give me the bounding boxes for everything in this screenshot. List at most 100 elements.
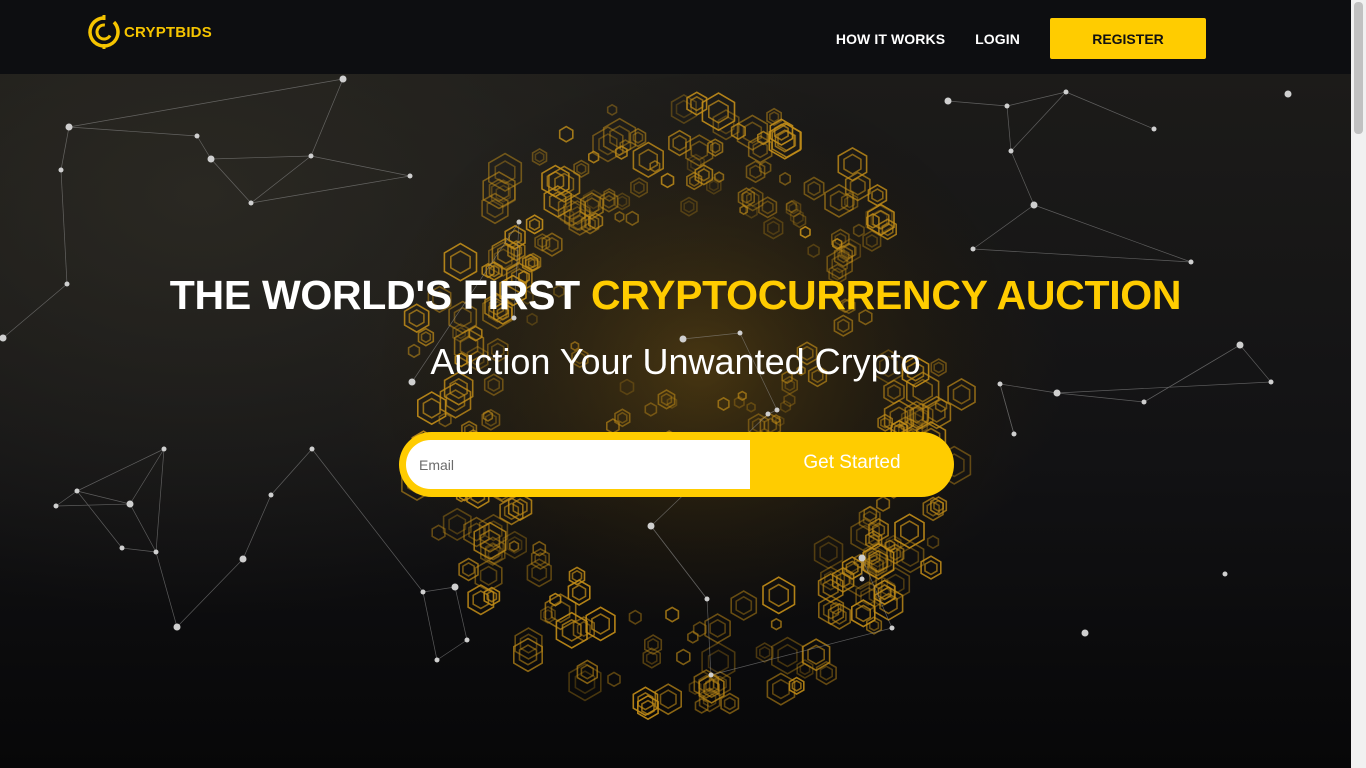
page-scrollbar[interactable] bbox=[1351, 0, 1366, 768]
network-node bbox=[194, 133, 200, 139]
headline-accent-text: CRYPTOCURRENCY AUCTION bbox=[590, 272, 1182, 318]
network-edge bbox=[1006, 105, 1012, 152]
network-edge bbox=[1056, 392, 1145, 403]
network-node bbox=[268, 492, 274, 498]
network-edge bbox=[210, 158, 252, 204]
network-node bbox=[207, 155, 215, 163]
network-edge bbox=[68, 78, 344, 128]
network-edge bbox=[1056, 381, 1272, 394]
register-button[interactable]: REGISTER bbox=[1050, 18, 1206, 59]
network-node bbox=[434, 657, 440, 663]
nav-menu: HOW IT WORKS LOGIN REGISTER bbox=[836, 18, 1206, 59]
network-edge bbox=[454, 586, 468, 641]
network-edge bbox=[60, 126, 70, 171]
network-edge bbox=[310, 155, 411, 177]
network-node bbox=[647, 522, 655, 530]
network-node bbox=[309, 446, 315, 452]
headline-white-text: THE WORLD'S FIRST bbox=[169, 272, 591, 318]
get-started-button[interactable]: Get Started bbox=[750, 432, 954, 497]
top-navbar: CRYPTBIDS HOW IT WORKS LOGIN REGISTER bbox=[0, 0, 1351, 74]
network-node bbox=[708, 672, 714, 678]
network-node bbox=[126, 500, 134, 508]
decorative-hexagon bbox=[607, 671, 621, 688]
network-edge bbox=[176, 558, 244, 628]
network-node bbox=[774, 407, 780, 413]
network-edge bbox=[210, 155, 312, 160]
network-node bbox=[1004, 103, 1010, 109]
network-node bbox=[1030, 201, 1038, 209]
decorative-hexagon bbox=[659, 689, 677, 710]
network-edge bbox=[196, 135, 212, 160]
network-edge bbox=[1006, 91, 1067, 107]
network-edge bbox=[76, 490, 131, 505]
network-node bbox=[420, 589, 426, 595]
network-edge bbox=[129, 503, 157, 553]
network-node bbox=[859, 576, 865, 582]
network-edge bbox=[1065, 91, 1155, 130]
network-node bbox=[239, 555, 247, 563]
network-edge bbox=[121, 547, 157, 553]
scrollbar-thumb[interactable] bbox=[1354, 2, 1363, 134]
nav-how-it-works-link[interactable]: HOW IT WORKS bbox=[836, 31, 945, 47]
network-node bbox=[1011, 431, 1017, 437]
network-edge bbox=[1033, 204, 1192, 263]
network-node bbox=[248, 200, 254, 206]
hero-headline: THE WORLD'S FIRST CRYPTOCURRENCY AUCTION bbox=[0, 272, 1351, 319]
network-node bbox=[407, 173, 413, 179]
network-node bbox=[1063, 89, 1069, 95]
network-edge bbox=[68, 126, 198, 137]
network-edge bbox=[155, 551, 178, 628]
network-node bbox=[451, 583, 459, 591]
decorative-hexagon bbox=[799, 662, 811, 676]
network-edge bbox=[250, 175, 411, 204]
network-node bbox=[889, 625, 895, 631]
network-node bbox=[1151, 126, 1157, 132]
decorative-hexagon bbox=[723, 696, 736, 711]
network-node bbox=[704, 596, 710, 602]
brand-name: CRYPTBIDS bbox=[124, 23, 212, 41]
network-node bbox=[1222, 571, 1228, 577]
network-node bbox=[74, 488, 80, 494]
network-node bbox=[765, 411, 771, 417]
email-signup-form: Get Started bbox=[399, 432, 954, 497]
network-edge bbox=[422, 586, 456, 593]
network-node bbox=[1053, 389, 1061, 397]
network-node bbox=[1284, 90, 1292, 98]
decorative-hexagon bbox=[519, 633, 538, 654]
network-node bbox=[1008, 148, 1014, 154]
network-node bbox=[464, 637, 470, 643]
brand-logo[interactable]: CRYPTBIDS bbox=[86, 14, 212, 50]
nav-login-link[interactable]: LOGIN bbox=[975, 31, 1020, 47]
network-node bbox=[1081, 629, 1089, 637]
network-edge bbox=[60, 169, 68, 285]
network-node bbox=[153, 549, 159, 555]
hero-subheadline: Auction Your Unwanted Crypto bbox=[430, 341, 921, 382]
network-node bbox=[308, 153, 314, 159]
network-edge bbox=[76, 490, 123, 549]
decorative-hexagon bbox=[791, 679, 802, 692]
decorative-hexagon bbox=[766, 672, 796, 706]
network-edge bbox=[310, 78, 344, 157]
network-edge bbox=[242, 494, 272, 560]
decorative-hexagon bbox=[819, 665, 834, 681]
network-node bbox=[944, 97, 952, 105]
network-edge bbox=[55, 503, 131, 507]
decorative-hexagon bbox=[807, 644, 826, 666]
network-node bbox=[1141, 399, 1147, 405]
decorative-hexagon bbox=[472, 590, 490, 610]
network-node bbox=[516, 219, 522, 225]
network-node bbox=[119, 545, 125, 551]
network-edge bbox=[947, 100, 1008, 107]
email-input[interactable] bbox=[406, 440, 750, 489]
network-node bbox=[737, 330, 743, 336]
coin-c-logo-icon bbox=[88, 15, 120, 49]
network-edge bbox=[155, 448, 165, 553]
network-node bbox=[58, 167, 64, 173]
network-edge bbox=[1010, 91, 1067, 152]
decorative-hexagon bbox=[771, 678, 790, 700]
network-node bbox=[858, 554, 866, 562]
network-node bbox=[173, 623, 181, 631]
network-edge bbox=[250, 155, 312, 204]
network-node bbox=[339, 75, 347, 83]
network-edge bbox=[422, 591, 438, 661]
